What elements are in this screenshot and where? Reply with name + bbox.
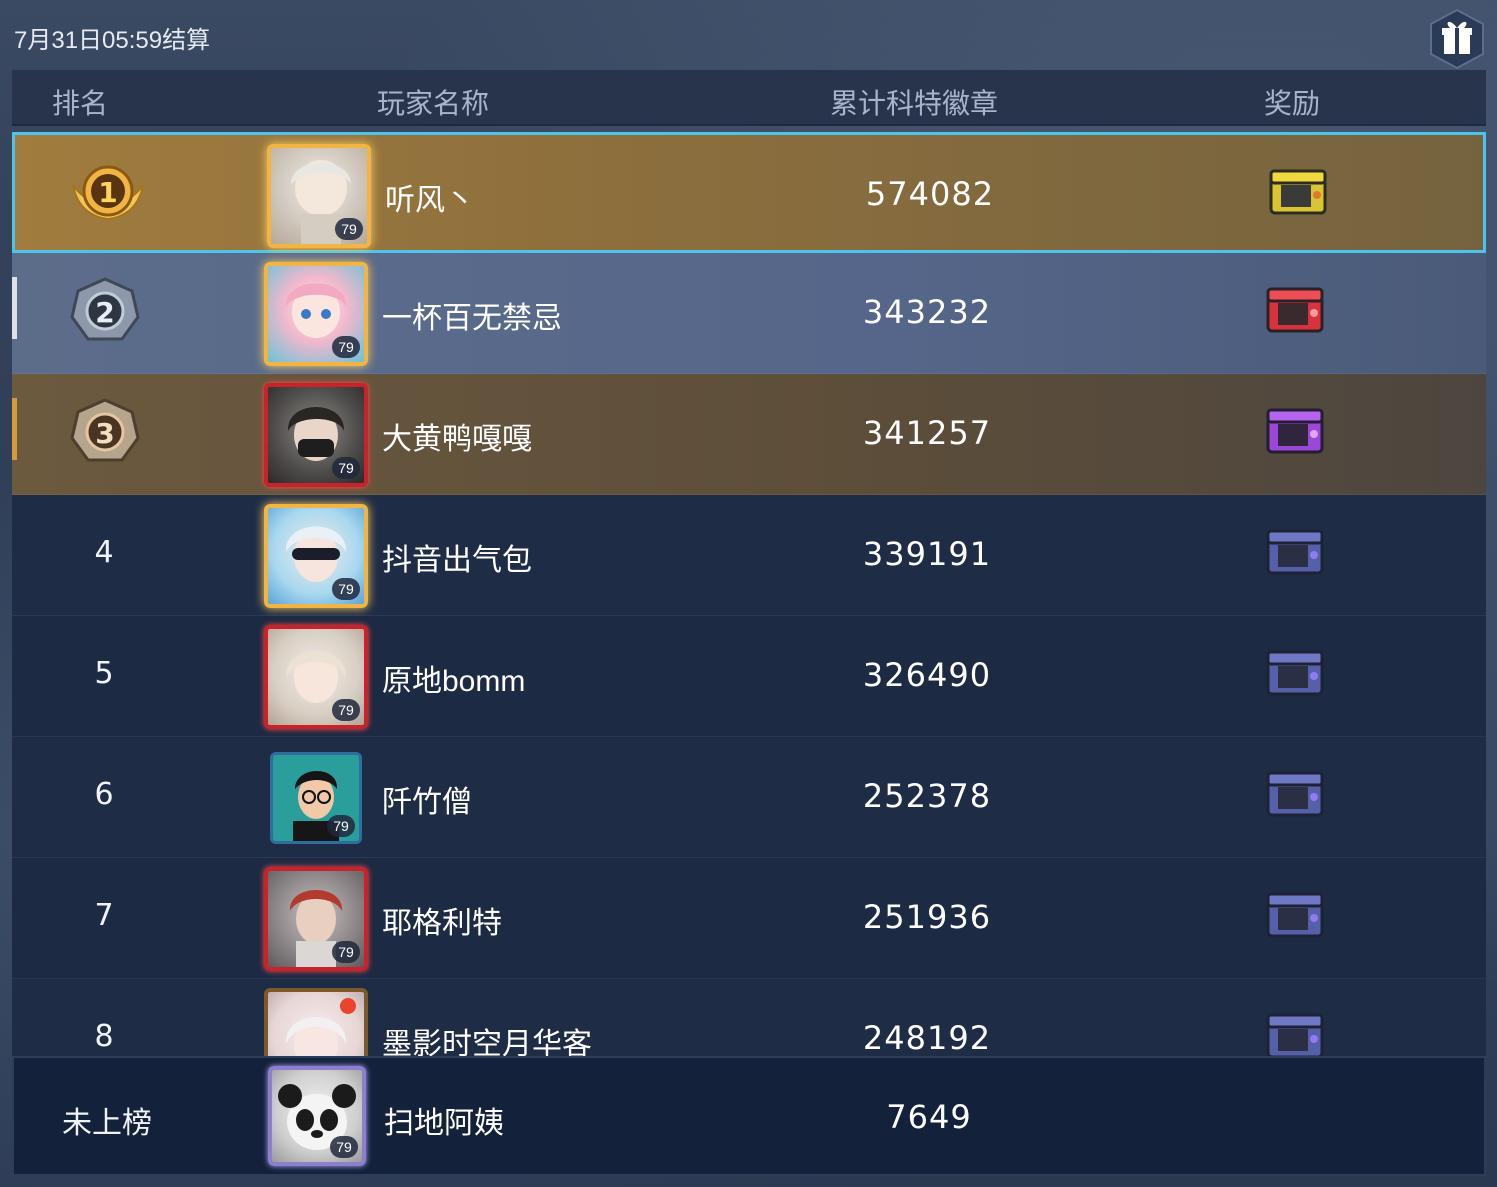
blue-chest-icon[interactable]	[1264, 525, 1326, 581]
gold-chest-icon[interactable]	[1267, 165, 1329, 221]
score-value: 248192	[862, 1019, 992, 1056]
avatar[interactable]: 79	[264, 383, 368, 487]
header-reward: 奖励	[1264, 88, 1321, 119]
level-badge: 79	[332, 457, 360, 479]
my-rank-row: 未上榜 79 扫地阿姨 7649	[12, 1056, 1486, 1176]
avatar[interactable]: 79	[264, 262, 368, 366]
header-rank: 排名	[52, 88, 109, 119]
blue-chest-icon[interactable]	[1264, 1009, 1326, 1056]
red-chest-icon[interactable]	[1264, 283, 1326, 339]
avatar[interactable]: 79	[268, 1066, 366, 1166]
table-row[interactable]: 3 79 大黄鸭嘎嘎 341257	[12, 374, 1486, 495]
score-value: 251936	[862, 898, 992, 936]
player-name: 原地bomm	[382, 665, 526, 698]
level-badge: 79	[335, 218, 363, 240]
score-value: 339191	[862, 535, 992, 573]
table-row[interactable]: 2 79 一杯百无禁忌 343232	[12, 253, 1486, 374]
level-badge: 79	[332, 941, 360, 963]
blue-chest-icon[interactable]	[1264, 767, 1326, 823]
row-indicator	[12, 277, 17, 339]
svg-text:3: 3	[95, 417, 114, 450]
leaderboard-table: 排名 玩家名称 累计科特徽章 奖励 1 79 听风丶 574082 2 79 一…	[12, 70, 1486, 1176]
svg-text:2: 2	[95, 296, 114, 329]
avatar[interactable]: 79	[267, 144, 371, 248]
avatar[interactable]: 79	[270, 752, 362, 844]
level-badge: 79	[332, 578, 360, 600]
my-rank-status: 未上榜	[62, 1107, 152, 1140]
my-player-name: 扫地阿姨	[384, 1107, 504, 1140]
level-badge: 79	[330, 1136, 358, 1158]
svg-text:1: 1	[98, 176, 117, 209]
table-row[interactable]: 5 79 原地bomm 326490	[12, 616, 1486, 737]
score-value: 252378	[862, 777, 992, 815]
score-value: 341257	[862, 414, 992, 452]
rank-number: 7	[94, 898, 114, 933]
avatar[interactable]: 79	[264, 867, 368, 971]
player-name: 耶格利特	[382, 907, 502, 940]
table-row[interactable]: 1 79 听风丶 574082	[12, 132, 1486, 253]
row-indicator	[12, 398, 17, 460]
my-score-value: 7649	[886, 1098, 972, 1136]
player-name: 墨影时空月华客	[382, 1028, 592, 1056]
level-badge: 79	[332, 336, 360, 358]
leaderboard-list[interactable]: 1 79 听风丶 574082 2 79 一杯百无禁忌 343232 3 79 …	[12, 132, 1486, 1056]
level-badge: 79	[332, 699, 360, 721]
level-badge: 79	[327, 815, 355, 837]
gift-icon[interactable]	[1428, 8, 1486, 70]
player-name: 大黄鸭嘎嘎	[382, 423, 532, 456]
avatar[interactable]: 79	[264, 504, 368, 608]
purple-chest-icon[interactable]	[1264, 404, 1326, 460]
table-row[interactable]: 8 墨影时空月华客 248192	[12, 979, 1486, 1056]
rank-number: 8	[94, 1019, 114, 1054]
score-value: 574082	[865, 175, 995, 213]
rank-number: 4	[94, 535, 114, 570]
table-row[interactable]: 7 79 耶格利特 251936	[12, 858, 1486, 979]
rank-number: 5	[94, 656, 114, 691]
gold-medal-icon: 1	[67, 157, 149, 235]
player-name: 抖音出气包	[382, 544, 532, 577]
score-value: 326490	[862, 656, 992, 694]
score-value: 343232	[862, 293, 992, 331]
player-name: 一杯百无禁忌	[382, 302, 562, 335]
header-player-name: 玩家名称	[377, 88, 490, 119]
table-row[interactable]: 6 79 阡竹僧 252378	[12, 737, 1486, 858]
avatar[interactable]: 79	[264, 625, 368, 729]
silver-medal-icon: 2	[64, 275, 146, 353]
table-header: 排名 玩家名称 累计科特徽章 奖励	[12, 70, 1486, 126]
blue-chest-icon[interactable]	[1264, 646, 1326, 702]
table-row[interactable]: 4 79 抖音出气包 339191	[12, 495, 1486, 616]
header-score: 累计科特徽章	[830, 88, 999, 119]
avatar[interactable]	[264, 988, 368, 1056]
player-name: 听风丶	[385, 184, 475, 217]
rank-number: 6	[94, 777, 114, 812]
blue-chest-icon[interactable]	[1264, 888, 1326, 944]
settlement-time: 7月31日05:59结算	[14, 27, 211, 54]
player-name: 阡竹僧	[382, 786, 472, 819]
bronze-medal-icon: 3	[64, 396, 146, 474]
